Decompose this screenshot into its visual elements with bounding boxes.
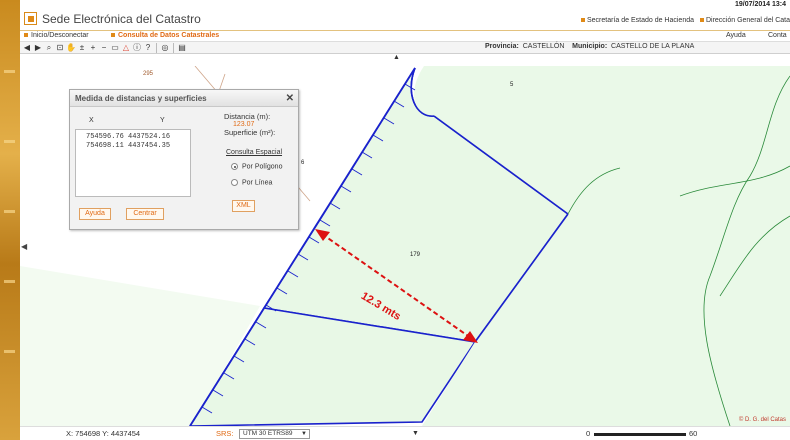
spatial-query-title[interactable]: Consulta Espacial xyxy=(226,149,282,156)
radio-selected-icon xyxy=(231,163,238,170)
srs-select[interactable]: UTM 30 ETRS89 ▼ xyxy=(239,429,310,439)
toolbar-separator xyxy=(156,43,157,53)
chevron-down-icon: ▼ xyxy=(301,431,307,437)
municipality-value: CASTELLO DE LA PLANA xyxy=(611,43,695,50)
catastro-logo-icon xyxy=(24,12,37,25)
menu-bar: Inicio/Desconectar Consulta de Datos Cat… xyxy=(20,31,790,41)
zoom-window-icon[interactable]: ⊡ xyxy=(55,43,65,53)
distance-value: 123.07 xyxy=(233,121,255,128)
measure-dialog: Medida de distancias y superficies ✕ X Y… xyxy=(69,89,299,230)
location-info: Provincia: CASTELLÓN Municipio: CASTELLO… xyxy=(485,43,694,50)
status-bar: X: 754698 Y: 4437454 SRS: UTM 30 ETRS89 ▼… xyxy=(20,426,790,440)
pan-hand-icon[interactable]: ✋ xyxy=(66,43,76,53)
bullet-icon xyxy=(580,17,585,22)
menu-home[interactable]: Inicio/Desconectar xyxy=(24,31,89,41)
pan-down-arrow-icon[interactable]: ▼ xyxy=(412,427,419,440)
header-links: Secretaría de Estado de Hacienda Direcci… xyxy=(577,17,790,24)
distance-label: Distancia (m): xyxy=(224,112,271,121)
center-button[interactable]: Centrar xyxy=(126,208,164,220)
parcel-label: 179 xyxy=(410,252,421,258)
bullet-icon xyxy=(111,33,115,38)
radio-by-polygon[interactable]: Por Polígono xyxy=(231,163,282,170)
scale-bar-graphic xyxy=(594,433,686,436)
radio-label: Por Polígono xyxy=(242,163,283,171)
coordinate-row: 754596.76 4437524.16 xyxy=(86,133,171,141)
pan-left-arrow-icon[interactable]: ◀ xyxy=(21,242,27,251)
help-button[interactable]: Ayuda xyxy=(79,208,111,220)
info-icon[interactable]: ⓘ xyxy=(132,43,142,53)
coordinate-row: 754698.11 4437454.35 xyxy=(86,142,171,150)
date-display: 19/07/2014 13:4 xyxy=(735,1,786,8)
link-direccion-general[interactable]: Dirección General del Cata xyxy=(706,17,790,24)
forward-arrow-icon[interactable]: ▶ xyxy=(33,43,43,53)
column-header-x: X xyxy=(89,117,94,124)
province-value: CASTELLÓN xyxy=(522,43,565,50)
bullet-icon xyxy=(699,17,704,22)
dialog-title: Medida de distancias y superficies xyxy=(70,90,298,107)
menu-help[interactable]: Ayuda xyxy=(726,31,746,41)
zoom-out-icon[interactable]: − xyxy=(99,43,109,53)
marker-icon[interactable]: ◎ xyxy=(160,43,170,53)
query-icon[interactable]: ? xyxy=(143,43,153,53)
radio-unselected-icon xyxy=(231,179,238,186)
radio-label: Por Línea xyxy=(242,179,273,187)
strip-mark xyxy=(4,280,15,283)
cursor-coordinates: X: 754698 Y: 4437454 xyxy=(66,429,141,438)
radio-by-line[interactable]: Por Línea xyxy=(231,179,272,186)
toolbar-icons: ◀ ▶ ⌕ ⊡ ✋ ± + − ▭ △ ⓘ ? ◎ ▤ xyxy=(22,43,187,54)
zoom-in-icon[interactable]: + xyxy=(88,43,98,53)
column-header-y: Y xyxy=(160,117,165,124)
scale-bar: 0 60 m. xyxy=(586,427,706,440)
strip-mark xyxy=(4,70,15,73)
pan-up-arrow-icon[interactable]: ▲ xyxy=(393,54,400,61)
province-label: Provincia: xyxy=(485,43,519,50)
bullet-icon xyxy=(24,33,28,38)
site-header: Sede Electrónica del Catastro Secretaría… xyxy=(20,9,790,31)
menu-query-label: Consulta de Datos Catastrales xyxy=(118,32,220,39)
parcel-label: 5 xyxy=(510,82,514,88)
close-icon[interactable]: ✕ xyxy=(286,93,294,104)
menu-contact[interactable]: Conta xyxy=(768,31,787,41)
surface-label: Superficie (m²): xyxy=(224,128,276,137)
coordinates-textarea[interactable]: 754596.76 4437524.16 754698.11 4437454.3… xyxy=(75,129,191,197)
parcel-label: 295 xyxy=(143,71,154,77)
layers-icon[interactable]: ▤ xyxy=(177,43,187,53)
municipality-label: Municipio: xyxy=(572,43,608,50)
triangle-area-icon[interactable]: △ xyxy=(121,43,131,53)
zoom-extent-icon[interactable]: ± xyxy=(77,43,87,53)
menu-query[interactable]: Consulta de Datos Catastrales xyxy=(111,31,219,41)
scale-max-label: 60 m. xyxy=(689,429,698,438)
menu-home-label: Inicio/Desconectar xyxy=(31,32,89,39)
back-arrow-icon[interactable]: ◀ xyxy=(22,43,32,53)
parcel-label: 6 xyxy=(301,160,305,166)
scale-zero-label: 0 xyxy=(586,429,591,438)
srs-value: UTM 30 ETRS89 xyxy=(243,430,293,437)
strip-mark xyxy=(4,210,15,213)
map-credit: © D. G. del Catas xyxy=(738,417,786,423)
strip-mark xyxy=(4,350,15,353)
measure-icon[interactable]: ▭ xyxy=(110,43,120,53)
zoom-magnifier-icon[interactable]: ⌕ xyxy=(44,43,54,53)
srs-label: SRS: xyxy=(216,429,234,438)
map-toolbar: ◀ ▶ ⌕ ⊡ ✋ ± + − ▭ △ ⓘ ? ◎ ▤ Provincia: C… xyxy=(20,41,790,54)
link-hacienda[interactable]: Secretaría de Estado de Hacienda xyxy=(587,17,694,24)
toolbar-separator xyxy=(173,43,174,53)
app-title: Sede Electrónica del Catastro xyxy=(42,12,201,26)
left-decorative-strip xyxy=(0,0,20,440)
xml-button[interactable]: XML xyxy=(232,200,255,212)
strip-mark xyxy=(4,140,15,143)
